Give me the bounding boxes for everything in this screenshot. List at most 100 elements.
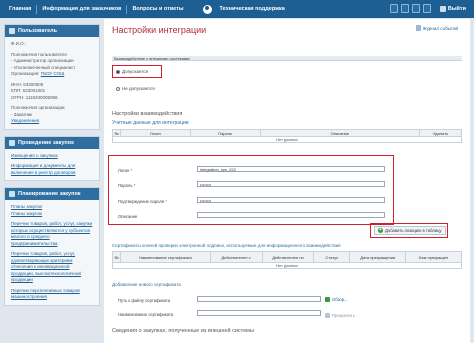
radio-not-allowed-control[interactable] <box>116 86 120 91</box>
confirm-password-field[interactable]: •••••••• <box>197 197 385 203</box>
main-content: Настройки интеграции Журнал событий Взаи… <box>104 19 470 343</box>
certs-table: № Наименование сертификата Действителен … <box>112 251 462 269</box>
cert-path-label: Путь к файлу сертификата <box>118 298 171 303</box>
radio-not-allowed-label: Не допускается <box>122 86 155 91</box>
description-label: Описание <box>118 214 138 219</box>
attach-label: Прикрепить <box>332 313 355 318</box>
toolbar-icons: Выйти <box>389 4 466 13</box>
planning-panel-header: Планирование закупок <box>5 188 99 200</box>
password-label: Пароль * <box>118 183 135 188</box>
accounts-empty: Нет данных <box>112 136 462 143</box>
add-cert-title: Добавление нового сертификата <box>112 282 181 287</box>
nav-home[interactable]: Главная <box>0 6 36 12</box>
browse-label: Обзор... <box>332 297 348 302</box>
procurement-panel-body: Извещения о закупках Информация и докуме… <box>5 149 99 181</box>
attach-icon <box>325 313 330 318</box>
notifications-link[interactable]: Уведомления <box>11 118 93 125</box>
user-panel-body: Ф.И.О.: Полномочия пользователя - Админи… <box>5 37 99 129</box>
planning-icon <box>9 191 15 197</box>
logout-label: Выйти <box>447 5 466 12</box>
confirm-label-text: Подтверждение пароля <box>118 199 165 204</box>
required-mark: * <box>133 183 136 188</box>
logout-button[interactable]: Выйти <box>439 5 466 12</box>
col-login[interactable]: Логин <box>119 129 191 137</box>
page-title: Настройки интеграции <box>112 25 207 35</box>
top-navigation-bar: Главная Информация для заказчиков Вопрос… <box>0 0 474 18</box>
journal-link[interactable]: Журнал событий <box>415 25 458 31</box>
radio-allowed-label: Допускается <box>122 69 149 74</box>
accounts-table: № Логин Пароль Описание Удалить Нет данн… <box>112 129 462 143</box>
mail-icon[interactable] <box>422 4 431 13</box>
description-field[interactable] <box>197 212 385 218</box>
certs-table-header: № Наименование сертификата Действителен … <box>112 251 462 263</box>
col-valid-from[interactable]: Действителен с <box>209 251 263 263</box>
cert-name-field[interactable] <box>197 310 321 316</box>
sidebar: Пользователь Ф.И.О.: Полномочия пользова… <box>4 24 100 312</box>
certs-empty: Нет данных <box>112 262 462 269</box>
print-icon[interactable] <box>411 4 420 13</box>
col-description[interactable]: Описание <box>259 129 421 137</box>
sme-lists-link[interactable]: Перечни товаров, работ, услуг, закупки к… <box>11 221 93 247</box>
radio-not-allowed[interactable]: Не допускается <box>116 86 155 91</box>
user-panel-title: Пользователь <box>18 28 58 34</box>
nav-info-for-customers[interactable]: Информация для заказчиков <box>37 6 126 12</box>
settings-title: Настройки взаимодействия <box>112 111 183 117</box>
col-number[interactable]: № <box>112 251 121 263</box>
interaction-section-header: Взаимодействие с внешними системами <box>112 56 462 61</box>
col-password[interactable]: Пароль <box>189 129 261 137</box>
procurement-panel-header: Проведение закупок <box>5 136 99 149</box>
org-label: Организация: <box>11 71 40 76</box>
procurement-panel-title: Проведение закупок <box>18 139 74 146</box>
org-link[interactable]: ГБОУ СОШ <box>41 71 65 76</box>
certs-title: Сертификаты ключей проверки электронной … <box>112 243 341 248</box>
user-panel: Пользователь Ф.И.О.: Полномочия пользова… <box>4 24 100 130</box>
accounts-title: Учетные данные для интеграции <box>112 120 189 126</box>
password-label-text: Пароль <box>118 183 133 188</box>
cert-path-field[interactable] <box>197 296 321 302</box>
col-number[interactable]: № <box>112 129 121 137</box>
nav-support[interactable]: Техническая поддержка <box>215 6 290 12</box>
col-valid-to[interactable]: Действителен по <box>261 251 315 263</box>
attach-button[interactable]: Прикрепить <box>325 313 355 318</box>
accounts-table-header: № Логин Пароль Описание Удалить <box>112 129 462 137</box>
grid-icon[interactable] <box>400 4 409 13</box>
ext-system-title: Сведения о закупках, полученные из внешн… <box>112 328 254 334</box>
add-row-label: Добавить позицию в таблицу <box>385 228 442 233</box>
table-row: Нет данных <box>112 136 462 143</box>
browse-button[interactable]: Обзор... <box>325 297 348 302</box>
radio-allowed-control[interactable] <box>116 69 120 74</box>
col-delete: Удалить <box>419 129 462 137</box>
login-label: Логин * <box>118 168 132 173</box>
procurement-icon <box>9 139 15 146</box>
confirm-password-label: Подтверждение пароля * <box>118 199 167 204</box>
user-icon <box>9 28 15 34</box>
col-ended-by[interactable]: Кем прекращен <box>405 251 462 263</box>
procurement-panel: Проведение закупок Извещения о закупках … <box>4 135 100 181</box>
logout-icon <box>439 5 446 12</box>
nav-faq[interactable]: Вопросы и ответы <box>127 6 188 12</box>
login-field[interactable]: integration_sys_222 <box>197 166 385 172</box>
cert-name-label: Наименование сертификата <box>118 312 174 317</box>
contracts-registry-link[interactable]: Информация и документы для включения в р… <box>11 163 93 176</box>
support-icon <box>202 4 212 14</box>
journal-icon <box>415 25 421 31</box>
planning-panel: Планирование закупок Планы закупок Планы… <box>4 187 100 306</box>
planning-panel-body: Планы закупок Планы закупок Перечни това… <box>5 200 99 305</box>
add-row-button[interactable]: + Добавить позицию в таблицу <box>374 226 446 235</box>
plus-icon: + <box>378 227 383 233</box>
machinery-lists-link[interactable]: Перечни перспективных товаров машиностро… <box>11 288 93 301</box>
innovative-lists-link[interactable]: Перечни товаров, работ, услуг, удовлетво… <box>11 251 93 284</box>
col-end-date[interactable]: Дата прекращения <box>349 251 407 263</box>
login-label-text: Логин <box>118 168 130 173</box>
radio-allowed[interactable]: Допускается <box>116 69 148 74</box>
table-row: Нет данных <box>112 262 462 269</box>
col-status[interactable]: Статус <box>313 251 351 263</box>
col-cert-name[interactable]: Наименование сертификата <box>119 251 211 263</box>
password-field[interactable]: •••••••• <box>197 181 385 187</box>
required-mark: * <box>165 199 167 204</box>
document-icon[interactable] <box>389 4 398 13</box>
planning-panel-title: Планирование закупок <box>18 191 81 197</box>
required-mark: * <box>130 168 133 173</box>
folder-icon <box>325 297 330 302</box>
journal-label: Журнал событий <box>422 25 458 31</box>
